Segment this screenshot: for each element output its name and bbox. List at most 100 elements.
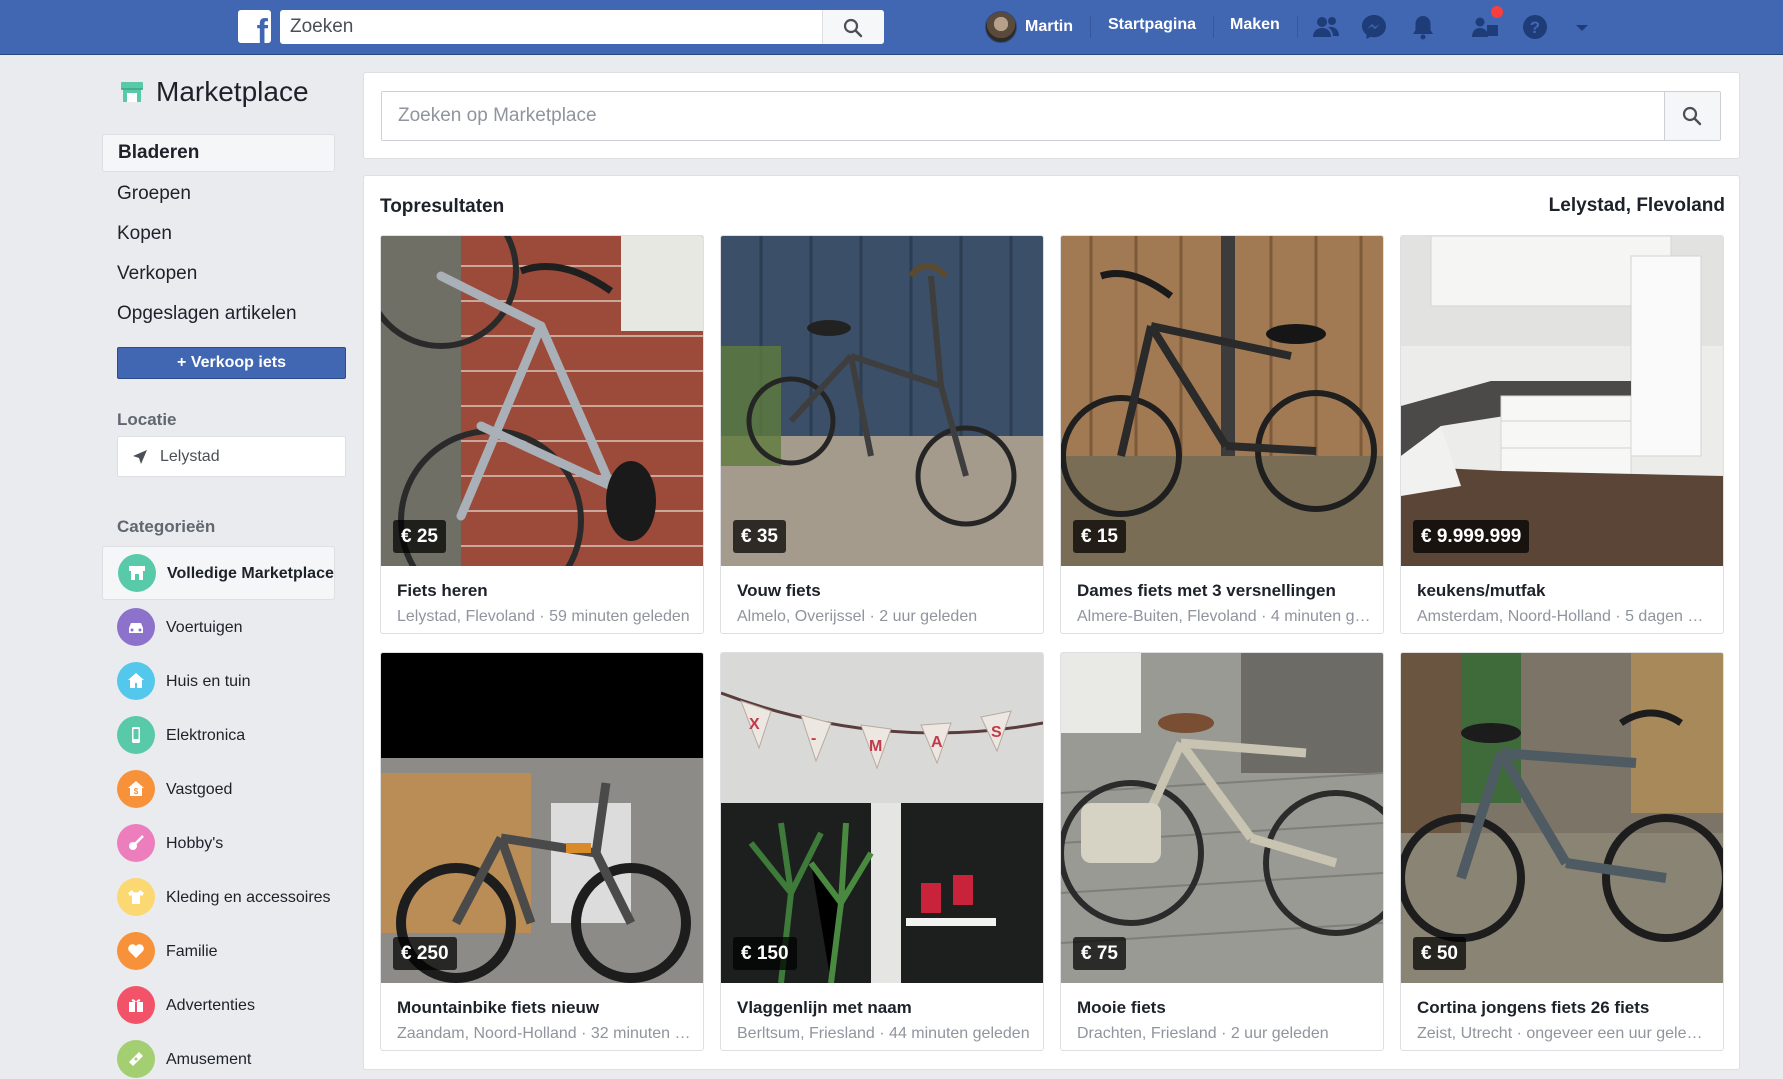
divider	[1213, 16, 1214, 38]
category-label: Kleding en accessoires	[166, 888, 331, 906]
house-icon	[117, 662, 155, 700]
listing-location-time: Lelystad, Flevoland · 59 minuten geleden	[397, 608, 690, 625]
svg-text:?: ?	[1530, 18, 1540, 37]
location-value: Lelystad	[160, 447, 220, 465]
svg-text:M: M	[869, 738, 882, 755]
listing-price: € 25	[393, 520, 446, 553]
listing-card[interactable]: € 50 Cortina jongens fiets 26 fiets Zeis…	[1400, 652, 1724, 1051]
marketplace-search-input[interactable]	[382, 92, 1662, 140]
listing-price: € 9.999.999	[1413, 520, 1530, 553]
listing-photo	[1401, 236, 1723, 566]
category-label: Elektronica	[166, 726, 246, 744]
category-label: Vastgoed	[166, 780, 233, 798]
category-vehicles[interactable]: Voertuigen	[102, 600, 335, 654]
listing-title: Vouw fiets	[737, 581, 821, 600]
real-estate-icon: $	[117, 770, 155, 808]
category-hobbies[interactable]: Hobby's	[102, 816, 335, 870]
listing-card[interactable]: € 75 Mooie fiets Drachten, Friesland · 2…	[1060, 652, 1384, 1051]
marketplace-search-box	[381, 91, 1721, 141]
category-label: Huis en tuin	[166, 672, 251, 690]
svg-text:A: A	[931, 734, 943, 751]
svg-text:X: X	[749, 716, 760, 733]
category-label: Familie	[166, 942, 218, 960]
heart-icon	[117, 932, 155, 970]
listing-card[interactable]: € 15 Dames fiets met 3 versnellingen Alm…	[1060, 235, 1384, 634]
listing-title: Fiets heren	[397, 581, 488, 600]
category-family[interactable]: Familie	[102, 924, 335, 978]
marketplace-header: Marketplace	[118, 76, 309, 108]
listing-card[interactable]: € 9.999.999 keukens/mutfak Amsterdam, No…	[1400, 235, 1724, 634]
listing-photo	[381, 236, 703, 566]
listing-price: € 250	[393, 937, 457, 970]
listing-card[interactable]: X - M A S € 150 Vlaggenlijn met naam Berltsu…	[720, 652, 1044, 1051]
global-search-input[interactable]	[280, 10, 820, 44]
home-link[interactable]: Startpagina	[1108, 16, 1196, 34]
nav-item-browse[interactable]: Bladeren	[102, 134, 335, 172]
listing-photo	[381, 653, 703, 983]
svg-text:-: -	[811, 730, 816, 747]
nav-item-buy[interactable]: Kopen	[102, 214, 335, 254]
account-menu-chevron-down-icon[interactable]	[1567, 12, 1597, 42]
listing-location-time: Almelo, Overijssel · 2 uur geleden	[737, 608, 978, 625]
ticket-icon	[117, 1040, 155, 1078]
category-real-estate[interactable]: $ Vastgoed	[102, 762, 335, 816]
profile-name: Martin	[1025, 18, 1073, 35]
divider	[1297, 16, 1298, 38]
divider	[1090, 16, 1091, 38]
listing-location-time: Drachten, Friesland · 2 uur geleden	[1077, 1025, 1329, 1042]
listing-card[interactable]: € 35 Vouw fiets Almelo, Overijssel · 2 u…	[720, 235, 1044, 634]
location-field[interactable]: Lelystad	[117, 436, 346, 477]
listing-card[interactable]: € 25 Fiets heren Lelystad, Flevoland · 5…	[380, 235, 704, 634]
listing-card[interactable]: € 250 Mountainbike fiets nieuw Zaandam, …	[380, 652, 704, 1051]
category-label: Advertenties	[166, 996, 255, 1014]
listing-price: € 150	[733, 937, 797, 970]
messenger-icon[interactable]	[1359, 12, 1389, 42]
listing-location-time: Almere-Buiten, Flevoland · 4 minuten gel…	[1077, 608, 1371, 625]
clothing-icon	[117, 878, 155, 916]
listing-photo	[1401, 653, 1723, 983]
listing-price: € 35	[733, 520, 786, 553]
notifications-bell-icon[interactable]	[1408, 12, 1438, 42]
listing-location-time: Zeist, Utrecht · ongeveer een uur gelede…	[1417, 1025, 1711, 1042]
search-icon	[843, 18, 863, 38]
help-question-icon[interactable]: ?	[1520, 12, 1550, 42]
nav-item-groups[interactable]: Groepen	[102, 174, 335, 214]
categories-section-label: Categorieën	[117, 517, 216, 536]
friend-requests-icon[interactable]	[1311, 12, 1341, 42]
category-electronics[interactable]: Elektronica	[102, 708, 335, 762]
marketplace-nav: Bladeren Groepen Kopen Verkopen Opgeslag…	[102, 134, 335, 334]
category-home-garden[interactable]: Huis en tuin	[102, 654, 335, 708]
facebook-logo-icon[interactable]: f	[238, 10, 271, 43]
results-title: Topresultaten	[380, 196, 505, 217]
location-section-label: Locatie	[117, 410, 177, 429]
category-label: Amusement	[166, 1050, 252, 1068]
category-all-marketplace[interactable]: Volledige Marketplace	[102, 546, 335, 600]
listing-location-time: Amsterdam, Noord-Holland · 5 dagen geled…	[1417, 608, 1711, 625]
global-search-box	[280, 10, 884, 44]
marketplace-title: Marketplace	[156, 76, 309, 107]
marketplace-storefront-icon	[121, 82, 143, 102]
listing-photo	[721, 236, 1043, 566]
category-clothing[interactable]: Kleding en accessoires	[102, 870, 335, 924]
top-results-card: Topresultaten Lelystad, Flevoland € 25 F…	[363, 175, 1740, 1070]
listing-title: Vlaggenlijn met naam	[737, 998, 912, 1017]
global-search-button[interactable]	[822, 10, 884, 44]
category-label: Volledige Marketplace	[167, 564, 334, 582]
listing-title: keukens/mutfak	[1417, 581, 1546, 600]
listing-title: Mountainbike fiets nieuw	[397, 998, 600, 1017]
sell-something-button[interactable]: + Verkoop iets	[117, 347, 346, 379]
nav-item-sell[interactable]: Verkopen	[102, 254, 335, 294]
listing-photo	[1061, 236, 1383, 566]
marketplace-search-card	[363, 72, 1740, 159]
create-link[interactable]: Maken	[1230, 16, 1280, 34]
category-label: Hobby's	[166, 834, 224, 852]
category-classifieds[interactable]: Advertenties	[102, 978, 335, 1032]
category-entertainment[interactable]: Amusement	[102, 1032, 335, 1079]
results-location-link[interactable]: Lelystad, Flevoland	[1549, 195, 1725, 217]
listing-title: Cortina jongens fiets 26 fiets	[1417, 998, 1650, 1017]
storefront-icon	[118, 554, 156, 592]
profile-link[interactable]: Martin	[985, 10, 1073, 44]
gift-icon	[117, 986, 155, 1024]
nav-item-saved[interactable]: Opgeslagen artikelen	[102, 294, 335, 334]
marketplace-search-button[interactable]	[1664, 92, 1720, 140]
